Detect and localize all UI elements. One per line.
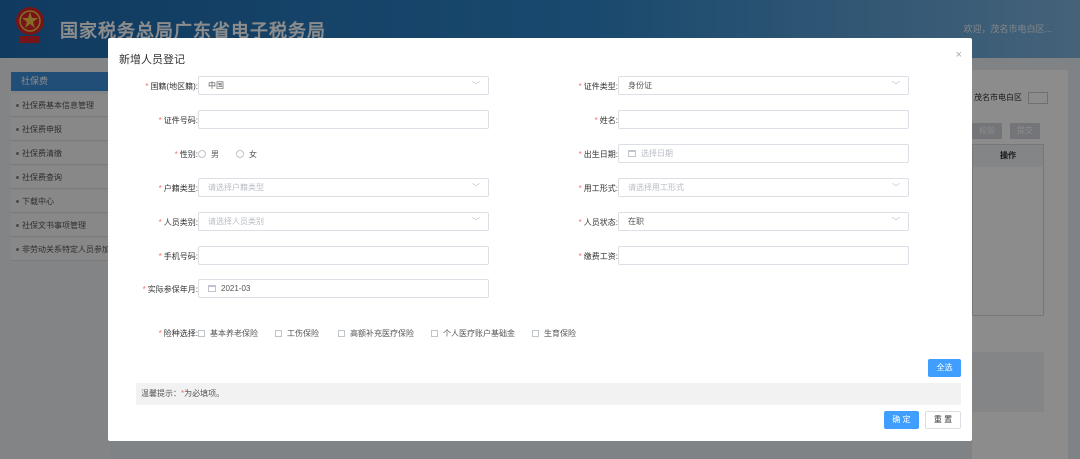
person-status-select[interactable]: 在职 ﹀ [618, 212, 909, 231]
insurance-personal-account-checkbox[interactable]: 个人医疗账户基础金 [431, 328, 515, 339]
calendar-icon [628, 150, 636, 157]
household-type-label: * 户籍类型: [158, 184, 198, 193]
actual-month-picker[interactable]: 2021-03 [198, 279, 489, 298]
person-status-label: * 人员状态: [578, 218, 618, 227]
name-input[interactable] [618, 110, 909, 129]
gender-label: * 性别: [174, 150, 198, 159]
name-label: * 姓名: [594, 116, 618, 125]
dialog-title: 新增人员登记 [119, 54, 185, 66]
person-category-label: * 人员类别: [158, 218, 198, 227]
calendar-icon [208, 285, 216, 292]
birth-date-picker[interactable]: 选择日期 [618, 144, 909, 163]
chevron-down-icon: ﹀ [472, 183, 480, 192]
checkbox-icon [338, 330, 345, 337]
phone-label: * 手机号码: [158, 252, 198, 261]
nationality-label: * 国籍(地区籍): [145, 82, 198, 91]
birth-date-label: * 出生日期: [578, 150, 618, 159]
reset-button[interactable]: 重 置 [925, 411, 961, 429]
insurance-maternity-checkbox[interactable]: 生育保险 [532, 328, 576, 339]
id-number-label: * 证件号码: [158, 116, 198, 125]
confirm-button[interactable]: 确 定 [884, 411, 919, 429]
radio-icon [236, 150, 244, 158]
tip-bar: 温馨提示：*为必填项。 [136, 383, 961, 405]
gender-female-radio[interactable]: 女 [236, 149, 257, 160]
insurance-supplementary-medical-checkbox[interactable]: 高额补充医疗保险 [338, 328, 414, 339]
insurance-label: * 险种选择: [158, 329, 198, 338]
id-number-input[interactable] [198, 110, 489, 129]
add-person-dialog: 新增人员登记 × * 国籍(地区籍): 中国 ﹀ * 证件类型: 身份证 ﹀ * 证件号码… [108, 38, 972, 441]
close-icon[interactable]: × [956, 49, 962, 61]
household-type-select[interactable]: 请选择户籍类型 ﹀ [198, 178, 489, 197]
checkbox-icon [431, 330, 438, 337]
person-category-select[interactable]: 请选择人员类别 ﹀ [198, 212, 489, 231]
id-type-label: * 证件类型: [578, 82, 618, 91]
id-type-select[interactable]: 身份证 ﹀ [618, 76, 909, 95]
chevron-down-icon: ﹀ [892, 81, 900, 90]
gender-male-radio[interactable]: 男 [198, 149, 219, 160]
wage-label: * 缴费工资: [578, 252, 618, 261]
insurance-pension-checkbox[interactable]: 基本养老保险 [198, 328, 258, 339]
wage-input[interactable] [618, 246, 909, 265]
checkbox-icon [532, 330, 539, 337]
insurance-injury-checkbox[interactable]: 工伤保险 [275, 328, 319, 339]
checkbox-icon [198, 330, 205, 337]
chevron-down-icon: ﹀ [472, 217, 480, 226]
phone-input[interactable] [198, 246, 489, 265]
actual-month-label: * 实际参保年月: [142, 285, 198, 294]
select-all-button[interactable]: 全选 [928, 359, 961, 377]
checkbox-icon [275, 330, 282, 337]
nationality-select[interactable]: 中国 ﹀ [198, 76, 489, 95]
chevron-down-icon: ﹀ [892, 183, 900, 192]
employment-form-select[interactable]: 请选择用工形式 ﹀ [618, 178, 909, 197]
radio-icon [198, 150, 206, 158]
chevron-down-icon: ﹀ [472, 81, 480, 90]
chevron-down-icon: ﹀ [892, 217, 900, 226]
employment-form-label: * 用工形式: [578, 184, 618, 193]
